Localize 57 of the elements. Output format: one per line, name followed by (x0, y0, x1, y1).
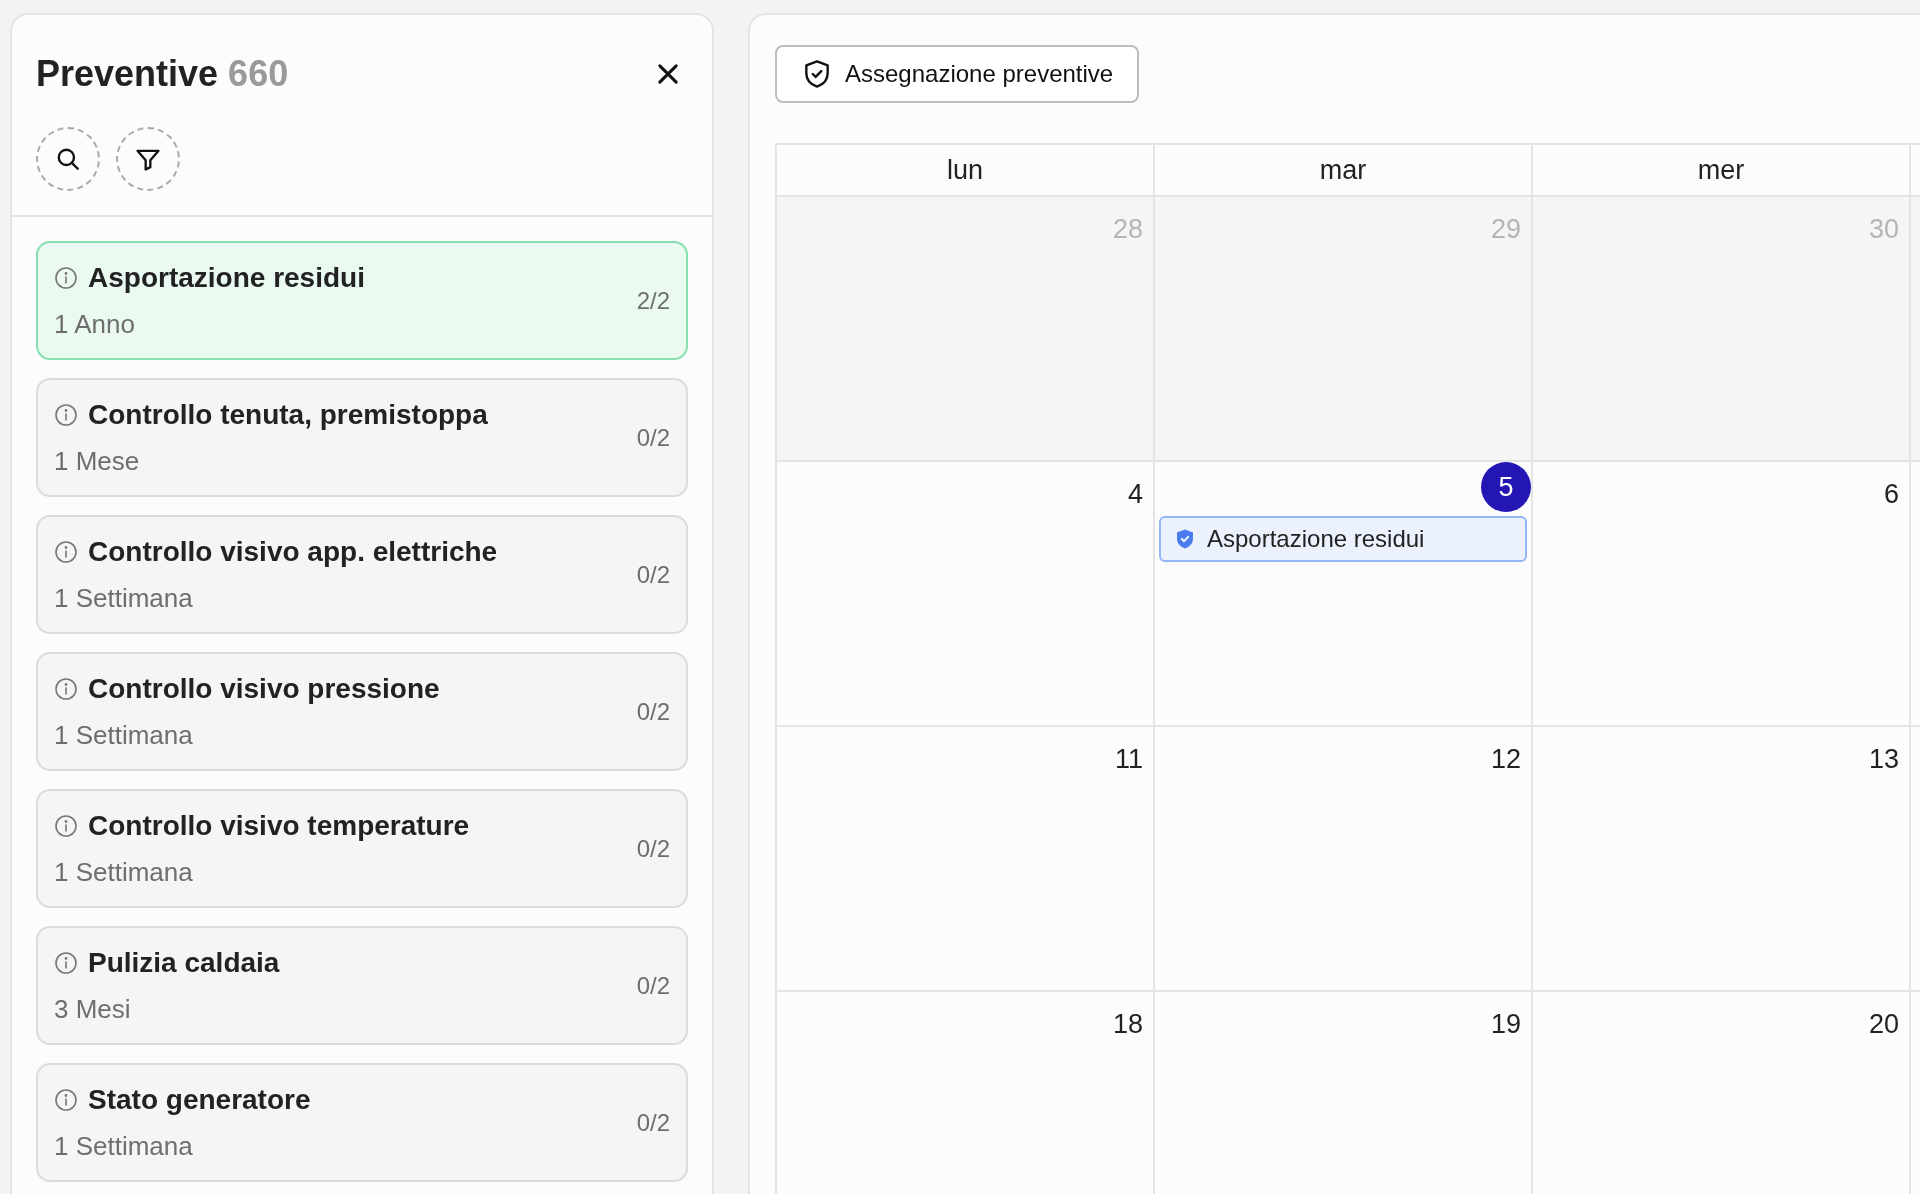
today-date-badge: 5 (1481, 462, 1531, 512)
task-title: Controllo visivo temperature (88, 809, 470, 843)
task-title: Controllo visivo pressione (88, 672, 440, 706)
task-title: Controllo visivo app. elettriche (88, 535, 498, 569)
panel-title: Preventive (36, 52, 219, 96)
search-button[interactable] (36, 127, 100, 191)
task-progress: 0/2 (636, 833, 670, 864)
task-frequency: 1 Anno (54, 308, 136, 341)
task-card[interactable]: Controllo visivo app. elettriche 1 Settimana 0/2 (36, 515, 688, 634)
task-progress: 0/2 (636, 422, 670, 453)
date-number: 29 (1490, 213, 1522, 246)
task-title: Asportazione residui (88, 261, 365, 295)
task-frequency: 1 Settimana (54, 856, 194, 889)
date-number: 11 (1114, 743, 1144, 776)
task-progress: 0/2 (636, 970, 670, 1001)
info-icon (54, 677, 78, 701)
task-title: Stato generatore (88, 1083, 311, 1117)
info-icon (54, 1088, 78, 1112)
info-icon (54, 951, 78, 975)
task-frequency: 1 Settimana (54, 582, 194, 615)
filter-button[interactable] (116, 127, 180, 191)
date-number: 28 (1112, 213, 1144, 246)
task-card[interactable]: Controllo visivo temperature 1 Settimana 0/2 (36, 789, 688, 908)
weekday-header: mar (1319, 153, 1367, 187)
assign-button[interactable]: Assegnazione preventive (775, 45, 1140, 103)
date-number: 20 (1868, 1008, 1900, 1041)
task-progress: 0/2 (636, 1107, 670, 1138)
task-card[interactable]: Pulizia caldaia 3 Mesi 0/2 (36, 926, 688, 1045)
task-title: Controllo tenuta, premistoppa (88, 398, 488, 432)
task-card[interactable]: Asportazione residui 1 Anno 2/2 (36, 241, 688, 360)
date-number: 18 (1112, 1008, 1144, 1041)
task-progress: 0/2 (636, 559, 670, 590)
date-number: 13 (1868, 743, 1900, 776)
info-icon (54, 814, 78, 838)
date-number: 6 (1883, 478, 1900, 511)
info-icon (54, 266, 78, 290)
date-number: 12 (1490, 743, 1522, 776)
date-number: 19 (1490, 1008, 1522, 1041)
task-frequency: 1 Settimana (54, 1130, 194, 1163)
task-progress: 2/2 (636, 285, 670, 316)
task-frequency: 1 Settimana (54, 719, 194, 752)
task-title: Pulizia caldaia (88, 946, 280, 980)
task-card[interactable]: Controllo visivo pressione 1 Settimana 0/2 (36, 652, 688, 771)
task-card[interactable]: Stato generatore 1 Settimana 0/2 (36, 1063, 688, 1182)
search-icon (55, 146, 81, 172)
info-icon (54, 403, 78, 427)
task-frequency: 3 Mesi (54, 993, 132, 1026)
task-progress: 0/2 (636, 696, 670, 727)
task-card[interactable]: Controllo tenuta, premistoppa 1 Mese 0/2 (36, 378, 688, 497)
event-chip[interactable]: Asportazione residui (1159, 516, 1527, 562)
date-number: 30 (1868, 213, 1900, 246)
info-icon (54, 540, 78, 564)
weekday-header: lun (947, 153, 983, 187)
date-number: 4 (1127, 478, 1144, 511)
item-count: 660 (228, 52, 289, 96)
weekday-header: mer (1697, 153, 1745, 187)
task-frequency: 1 Mese (54, 445, 141, 478)
